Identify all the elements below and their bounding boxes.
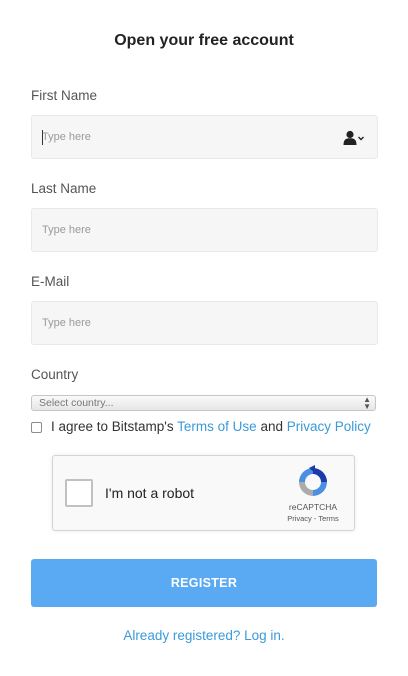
recaptcha-checkbox[interactable] [65,479,93,507]
agree-and: and [260,419,283,434]
last-name-label: Last Name [31,181,97,196]
agree-prefix: I agree to Bitstamp's [51,419,174,434]
email-label: E-Mail [31,274,70,289]
last-name-field[interactable] [31,208,378,252]
country-label: Country [31,367,79,382]
page-title: Open your free account [114,32,294,49]
recaptcha-widget: I'm not a robot reCAPTCHA Privacy - Term… [52,455,355,531]
recaptcha-logo-icon [299,465,327,496]
recaptcha-privacy-terms[interactable]: Privacy - Terms [273,514,353,523]
country-selected-value: Select country... [39,397,114,409]
email-input[interactable] [32,302,322,344]
recaptcha-brand: reCAPTCHA [288,502,338,512]
first-name-input[interactable] [32,116,322,158]
autofill-contact-icon[interactable] [343,130,365,146]
text-cursor [42,130,43,145]
first-name-field[interactable] [31,115,378,159]
first-name-label: First Name [31,88,98,103]
agree-checkbox[interactable] [31,422,42,433]
last-name-input[interactable] [32,209,322,251]
agree-text: I agree to Bitstamp's Terms of Use and P… [51,419,371,434]
select-arrows-icon: ▲ ▼ [363,395,371,411]
login-link[interactable]: Already registered? Log in. [0,628,408,643]
country-select[interactable]: Select country... ▲ ▼ [31,395,376,411]
privacy-policy-link[interactable]: Privacy Policy [287,419,371,434]
email-field[interactable] [31,301,378,345]
recaptcha-label: I'm not a robot [105,485,195,501]
terms-of-use-link[interactable]: Terms of Use [177,419,257,434]
register-button[interactable]: REGISTER [31,559,377,607]
